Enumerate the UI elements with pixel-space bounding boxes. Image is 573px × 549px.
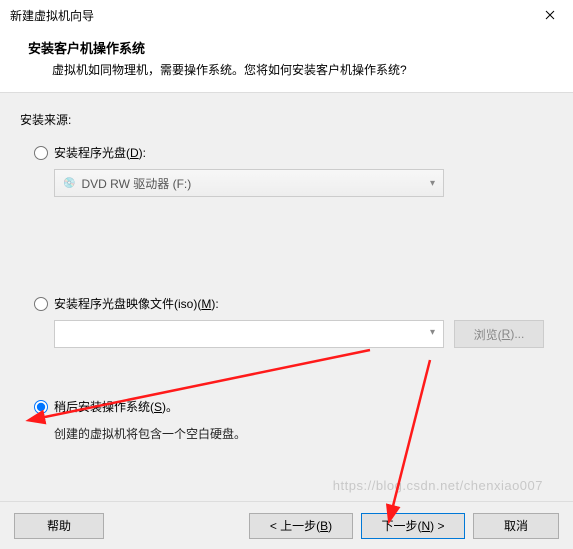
cancel-button[interactable]: 取消 [473, 513, 559, 539]
next-button[interactable]: 下一步(N) > [361, 513, 465, 539]
radio-install-later[interactable]: 稍后安装操作系统(S)。 [34, 398, 553, 415]
content-area: 安装来源: 安装程序光盘(D): 💿 DVD RW 驱动器 (F:) ▾ 安装程… [0, 93, 573, 508]
titlebar: 新建虚拟机向导 [0, 0, 573, 30]
source-label: 安装来源: [20, 111, 553, 128]
drive-select-value: DVD RW 驱动器 (F:) [81, 175, 191, 192]
install-later-desc: 创建的虚拟机将包含一个空白硬盘。 [54, 425, 553, 442]
dvd-icon: 💿 [63, 178, 75, 189]
window-title: 新建虚拟机向导 [10, 7, 94, 24]
radio-install-iso-label: 安装程序光盘映像文件(iso)(M): [54, 295, 219, 312]
radio-install-disc-input[interactable] [34, 146, 48, 160]
radio-install-iso[interactable]: 安装程序光盘映像文件(iso)(M): [34, 295, 553, 312]
close-button[interactable] [527, 0, 573, 30]
radio-install-iso-input[interactable] [34, 297, 48, 311]
radio-install-disc-label: 安装程序光盘(D): [54, 144, 146, 161]
option-install-iso: 安装程序光盘映像文件(iso)(M): ▾ 浏览(R)... [34, 295, 553, 348]
back-button[interactable]: < 上一步(B) [249, 513, 353, 539]
wizard-header: 安装客户机操作系统 虚拟机如同物理机，需要操作系统。您将如何安装客户机操作系统? [0, 30, 573, 93]
option-install-disc: 安装程序光盘(D): 💿 DVD RW 驱动器 (F:) ▾ [34, 144, 553, 197]
iso-path-input[interactable]: ▾ [54, 320, 444, 348]
drive-select[interactable]: 💿 DVD RW 驱动器 (F:) ▾ [54, 169, 444, 197]
radio-install-disc[interactable]: 安装程序光盘(D): [34, 144, 553, 161]
page-title: 安装客户机操作系统 [28, 38, 545, 57]
radio-install-later-label: 稍后安装操作系统(S)。 [54, 398, 178, 415]
option-install-later: 稍后安装操作系统(S)。 创建的虚拟机将包含一个空白硬盘。 [34, 398, 553, 442]
radio-install-later-input[interactable] [34, 400, 48, 414]
page-subtitle: 虚拟机如同物理机，需要操作系统。您将如何安装客户机操作系统? [52, 61, 545, 78]
browse-button[interactable]: 浏览(R)... [454, 320, 544, 348]
chevron-down-icon: ▾ [430, 327, 435, 338]
help-button[interactable]: 帮助 [14, 513, 104, 539]
wizard-footer: 帮助 < 上一步(B) 下一步(N) > 取消 [0, 501, 573, 549]
chevron-down-icon: ▾ [430, 178, 435, 189]
close-icon [545, 10, 555, 20]
